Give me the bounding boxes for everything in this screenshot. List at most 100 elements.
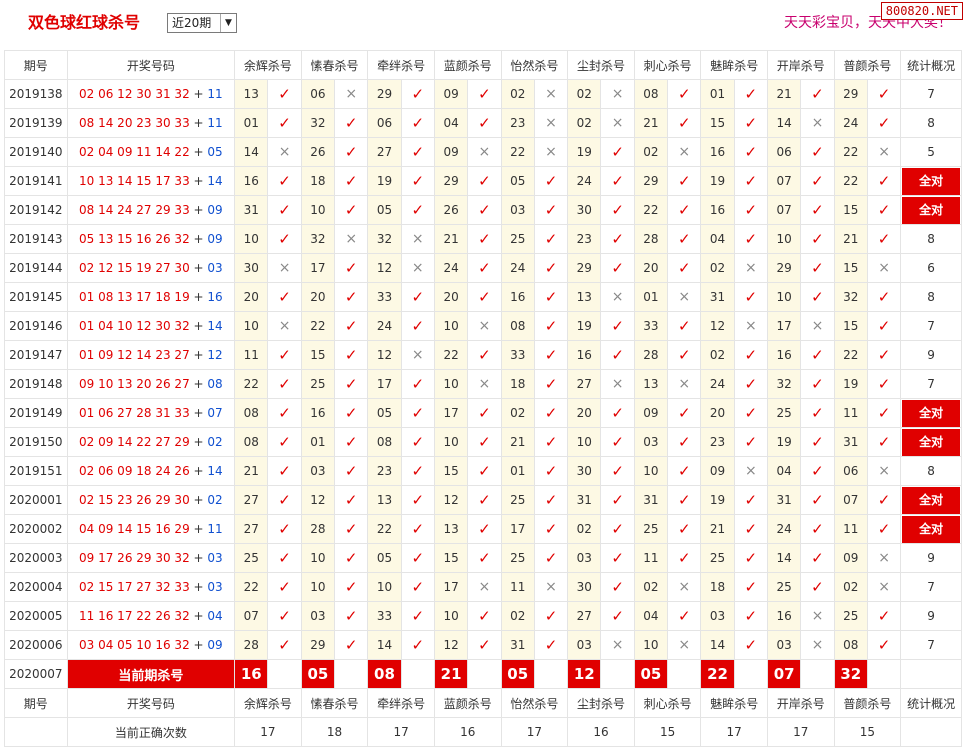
table-row: 2019151 02 06 09 18 24 26 + 14 21 ✓ 03 ✓ 23 ✓ 15… (4, 456, 962, 486)
kill-number-cell: 31 (234, 195, 269, 225)
kill-number-cell: 28 (633, 340, 669, 370)
result-mark-cell: ✓ (600, 485, 635, 515)
check-icon: ✓ (611, 346, 624, 364)
check-icon: ✓ (278, 636, 291, 654)
check-icon: ✓ (744, 549, 758, 567)
result-mark-cell: ✓ (600, 253, 635, 283)
check-icon: ✓ (877, 201, 891, 219)
result-mark-cell: ✓ (400, 311, 435, 341)
site-badge[interactable]: 800820.NET (880, 2, 963, 20)
kill-number-cell: 03 (766, 630, 802, 660)
check-icon: ✓ (411, 491, 425, 509)
check-icon: ✓ (478, 549, 491, 567)
result-mark-cell: × (533, 108, 569, 138)
kill-number-cell: 30 (567, 456, 602, 486)
result-mark-cell: ✓ (600, 601, 635, 631)
cross-icon: × (545, 86, 557, 102)
kill-number-cell: 20 (234, 282, 269, 312)
check-icon: ✓ (478, 201, 491, 219)
kill-number-cell: 16 (567, 340, 602, 370)
result-mark-cell: ✓ (600, 166, 635, 196)
kill-number-cell: 30 (234, 253, 269, 283)
result-mark-cell: ✓ (866, 282, 902, 312)
table-body: 2019138 02 06 12 30 31 32 + 11 13 ✓ 06 × 29 ✓ 09… (4, 79, 962, 747)
kill-number-cell: 01 (500, 456, 535, 486)
blue-ball: 03 (207, 580, 223, 594)
kill-number-cell: 24 (567, 166, 602, 196)
result-mark-cell: ✓ (600, 340, 635, 370)
cross-icon: × (545, 115, 557, 131)
current-kill-number: 16 (234, 659, 269, 689)
draw-numbers-cell: 01 09 12 14 23 27 + 12 (66, 340, 236, 370)
kill-number-cell: 20 (567, 398, 602, 428)
check-icon: ✓ (411, 404, 425, 422)
check-icon: ✓ (478, 114, 491, 132)
current-period-row: 2020007 当前期杀号 16 05 08 21 05 12 05 22 07 32 (4, 659, 962, 689)
result-mark-cell: ✓ (533, 398, 569, 428)
result-mark-cell: ✓ (533, 601, 569, 631)
kill-number-cell: 27 (234, 485, 269, 515)
result-mark-cell: ✓ (733, 514, 769, 544)
period-cell: 2020003 (4, 543, 68, 573)
kill-number-cell: 19 (567, 137, 602, 167)
check-icon: ✓ (677, 462, 691, 480)
red-balls: 01 08 13 17 18 19 (79, 290, 190, 304)
kill-number-cell: 27 (367, 137, 402, 167)
blue-ball: 04 (207, 609, 223, 623)
kill-number-cell: 06 (300, 79, 336, 109)
cross-icon: × (811, 637, 824, 653)
range-select[interactable]: 近20期 ▼ (167, 13, 237, 33)
check-icon: ✓ (544, 172, 558, 190)
result-mark-cell: ✓ (267, 485, 302, 515)
check-icon: ✓ (478, 85, 491, 103)
check-icon: ✓ (877, 404, 891, 422)
cross-icon: × (545, 144, 557, 160)
draw-numbers-cell: 05 13 15 16 26 32 + 09 (66, 224, 236, 254)
chevron-down-icon[interactable]: ▼ (220, 14, 236, 32)
check-icon: ✓ (677, 85, 691, 103)
kill-number-cell: 08 (234, 427, 269, 457)
kill-number-cell: 10 (633, 456, 669, 486)
column-header: 开奖号码 (66, 688, 236, 718)
result-mark-cell: ✓ (800, 543, 835, 573)
check-icon: ✓ (544, 404, 558, 422)
result-mark-cell: × (533, 137, 569, 167)
empty-cell (733, 659, 769, 689)
result-mark-cell: ✓ (733, 369, 769, 399)
result-mark-cell: ✓ (533, 369, 569, 399)
kill-number-cell: 09 (633, 398, 669, 428)
all-correct-badge: 全对 (902, 167, 961, 195)
check-icon: ✓ (278, 85, 291, 103)
plus-sign: + (189, 319, 208, 333)
result-mark-cell: ✓ (334, 456, 369, 486)
result-mark-cell: ✓ (334, 427, 369, 457)
result-mark-cell: ✓ (267, 630, 302, 660)
check-icon: ✓ (478, 172, 491, 190)
result-mark-cell: ✓ (866, 195, 902, 225)
stat-cell: 9 (900, 340, 962, 370)
result-mark-cell: ✓ (267, 79, 302, 109)
kill-number-cell: 22 (433, 340, 469, 370)
check-icon: ✓ (411, 375, 425, 393)
check-icon: ✓ (744, 201, 758, 219)
red-balls: 03 04 05 10 16 32 (79, 638, 190, 652)
current-kill-number: 05 (633, 659, 669, 689)
result-mark-cell: ✓ (800, 137, 835, 167)
table-row: 2020002 04 09 14 15 16 29 + 11 27 ✓ 28 ✓ 22 ✓ 13… (4, 514, 962, 544)
result-mark-cell: ✓ (667, 456, 702, 486)
check-icon: ✓ (411, 578, 425, 596)
check-icon: ✓ (411, 85, 425, 103)
check-icon: ✓ (411, 172, 425, 190)
stat-cell: 9 (900, 601, 962, 631)
result-mark-cell: ✓ (667, 166, 702, 196)
check-icon: ✓ (611, 491, 624, 509)
result-mark-cell: × (667, 630, 702, 660)
column-header: 余辉杀号 (234, 50, 302, 80)
check-icon: ✓ (344, 346, 358, 364)
kill-number-cell: 03 (567, 543, 602, 573)
check-icon: ✓ (611, 317, 624, 335)
check-icon: ✓ (744, 143, 758, 161)
result-mark-cell: × (467, 137, 502, 167)
kill-number-cell: 17 (367, 369, 402, 399)
check-icon: ✓ (344, 375, 358, 393)
